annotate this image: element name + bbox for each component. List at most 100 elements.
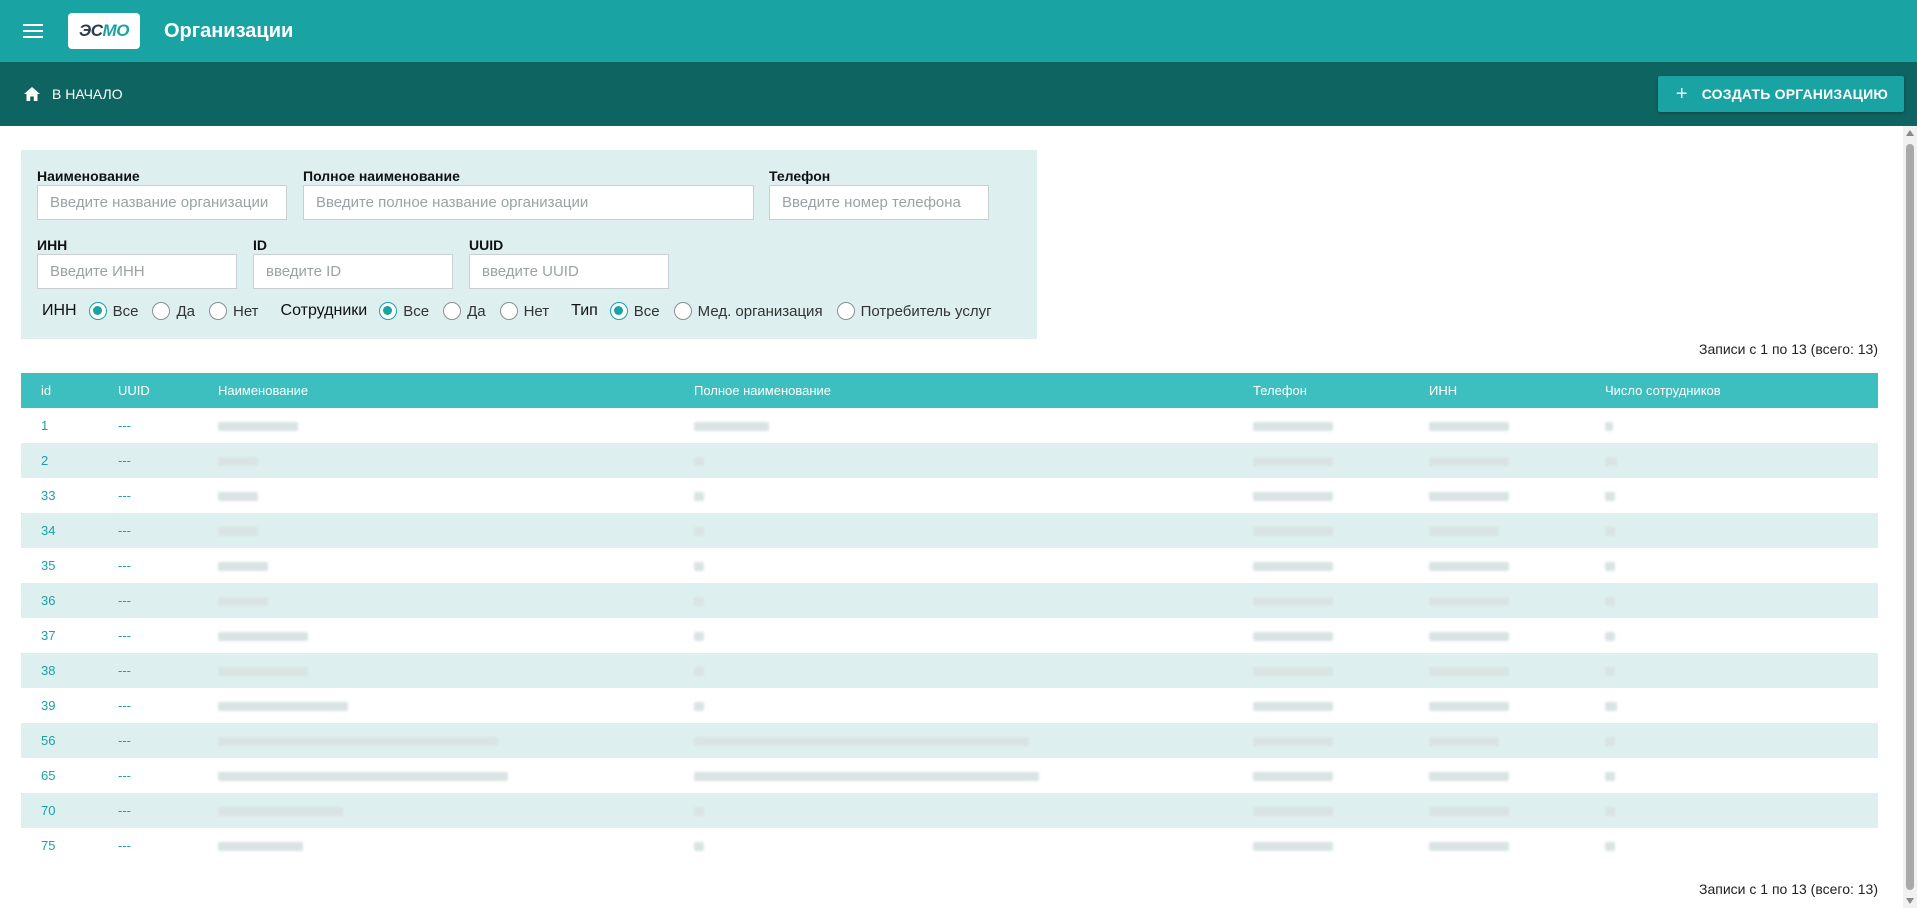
inn-filter-input[interactable] [37, 254, 237, 289]
menu-icon [23, 24, 43, 38]
scroll-down-icon[interactable] [1906, 898, 1914, 904]
radio-unchecked-icon [208, 302, 227, 320]
cell-phone-redacted [1253, 663, 1429, 678]
inn-radio-yes[interactable]: Да [152, 302, 195, 320]
cell-id[interactable]: 75 [21, 838, 118, 853]
full-name-filter-label: Полное наименование [303, 168, 460, 184]
cell-id[interactable]: 36 [21, 593, 118, 608]
table-row[interactable]: 36 --- [21, 583, 1878, 618]
cell-inn-redacted [1429, 418, 1605, 433]
cell-full-name-redacted [694, 733, 1253, 748]
radio-label: Все [112, 302, 139, 320]
cell-id[interactable]: 2 [21, 453, 118, 468]
cell-uuid: --- [118, 838, 131, 853]
table-row[interactable]: 34 --- [21, 513, 1878, 548]
cell-id[interactable]: 38 [21, 663, 118, 678]
cell-full-name-redacted [694, 838, 1253, 853]
type-radio-med-org[interactable]: Мед. организация [673, 302, 823, 320]
cell-inn-redacted [1429, 663, 1605, 678]
staff-radio-group-label: Сотрудники [280, 302, 368, 319]
menu-button[interactable] [0, 0, 66, 62]
cell-uuid: --- [118, 628, 131, 643]
column-header-inn[interactable]: ИНН [1429, 383, 1605, 398]
cell-id[interactable]: 56 [21, 733, 118, 748]
cell-uuid: --- [118, 768, 131, 783]
cell-id[interactable]: 70 [21, 803, 118, 818]
table-row[interactable]: 1 --- [21, 408, 1878, 443]
table-row[interactable]: 75 --- [21, 828, 1878, 863]
cell-uuid: --- [118, 453, 131, 468]
column-header-name[interactable]: Наименование [218, 383, 694, 398]
cell-uuid: --- [118, 733, 131, 748]
table-row[interactable]: 70 --- [21, 793, 1878, 828]
cell-full-name-redacted [694, 768, 1253, 783]
inn-radio-no[interactable]: Нет [208, 302, 259, 320]
cell-staff-count-redacted [1605, 523, 1878, 538]
table-row[interactable]: 33 --- [21, 478, 1878, 513]
table-row[interactable]: 35 --- [21, 548, 1878, 583]
cell-staff-count-redacted [1605, 558, 1878, 573]
uuid-filter-label: UUID [469, 237, 504, 253]
cell-phone-redacted [1253, 803, 1429, 818]
cell-phone-redacted [1253, 768, 1429, 783]
column-header-id[interactable]: id [21, 383, 118, 398]
radio-unchecked-icon [499, 302, 518, 320]
inn-radio-all[interactable]: Все [88, 302, 139, 320]
vertical-scrollbar[interactable] [1903, 126, 1917, 908]
cell-name-redacted [218, 593, 694, 608]
full-name-filter-input[interactable] [303, 185, 754, 220]
logo[interactable]: ЭСМО [68, 13, 140, 49]
cell-id[interactable]: 1 [21, 418, 118, 433]
column-header-full-name[interactable]: Полное наименование [694, 383, 1253, 398]
inn-radio-group-label: ИНН [42, 302, 77, 319]
type-radio-consumer[interactable]: Потребитель услуг [836, 302, 992, 320]
cell-id[interactable]: 33 [21, 488, 118, 503]
table-row[interactable]: 2 --- [21, 443, 1878, 478]
cell-inn-redacted [1429, 698, 1605, 713]
table-row[interactable]: 56 --- [21, 723, 1878, 758]
name-filter-input[interactable] [37, 185, 287, 220]
staff-radio-all[interactable]: Все [379, 302, 429, 320]
cell-id[interactable]: 39 [21, 698, 118, 713]
cell-name-redacted [218, 838, 694, 853]
phone-filter-input[interactable] [769, 185, 989, 220]
cell-staff-count-redacted [1605, 803, 1878, 818]
cell-inn-redacted [1429, 523, 1605, 538]
table-row[interactable]: 37 --- [21, 618, 1878, 653]
table-row[interactable]: 39 --- [21, 688, 1878, 723]
column-header-staff-count[interactable]: Число сотрудников [1605, 383, 1878, 398]
cell-phone-redacted [1253, 558, 1429, 573]
cell-staff-count-redacted [1605, 418, 1878, 433]
id-filter-input[interactable] [253, 254, 453, 289]
cell-name-redacted [218, 488, 694, 503]
cell-name-redacted [218, 768, 694, 783]
scroll-up-icon[interactable] [1906, 130, 1914, 136]
cell-id[interactable]: 34 [21, 523, 118, 538]
cell-uuid: --- [118, 593, 131, 608]
cell-id[interactable]: 37 [21, 628, 118, 643]
radio-checked-icon [88, 302, 107, 320]
column-header-uuid[interactable]: UUID [118, 383, 218, 398]
cell-name-redacted [218, 453, 694, 468]
create-organization-button[interactable]: + СОЗДАТЬ ОРГАНИЗАЦИЮ [1657, 76, 1904, 112]
table-row[interactable]: 38 --- [21, 653, 1878, 688]
cell-phone-redacted [1253, 593, 1429, 608]
home-icon [24, 87, 40, 101]
filter-panel: Наименование Полное наименование Телефон… [21, 150, 1037, 339]
staff-radio-no[interactable]: Нет [499, 302, 549, 320]
radio-unchecked-icon [673, 302, 692, 320]
cell-uuid: --- [118, 523, 131, 538]
table-row[interactable]: 65 --- [21, 758, 1878, 793]
cell-name-redacted [218, 733, 694, 748]
uuid-filter-input[interactable] [469, 254, 669, 289]
cell-inn-redacted [1429, 803, 1605, 818]
column-header-phone[interactable]: Телефон [1253, 383, 1429, 398]
home-link[interactable]: В НАЧАЛО [24, 86, 123, 102]
cell-staff-count-redacted [1605, 593, 1878, 608]
type-radio-all[interactable]: Все [609, 302, 660, 320]
cell-name-redacted [218, 523, 694, 538]
scroll-thumb[interactable] [1906, 144, 1914, 890]
cell-id[interactable]: 35 [21, 558, 118, 573]
cell-id[interactable]: 65 [21, 768, 118, 783]
staff-radio-yes[interactable]: Да [443, 302, 486, 320]
